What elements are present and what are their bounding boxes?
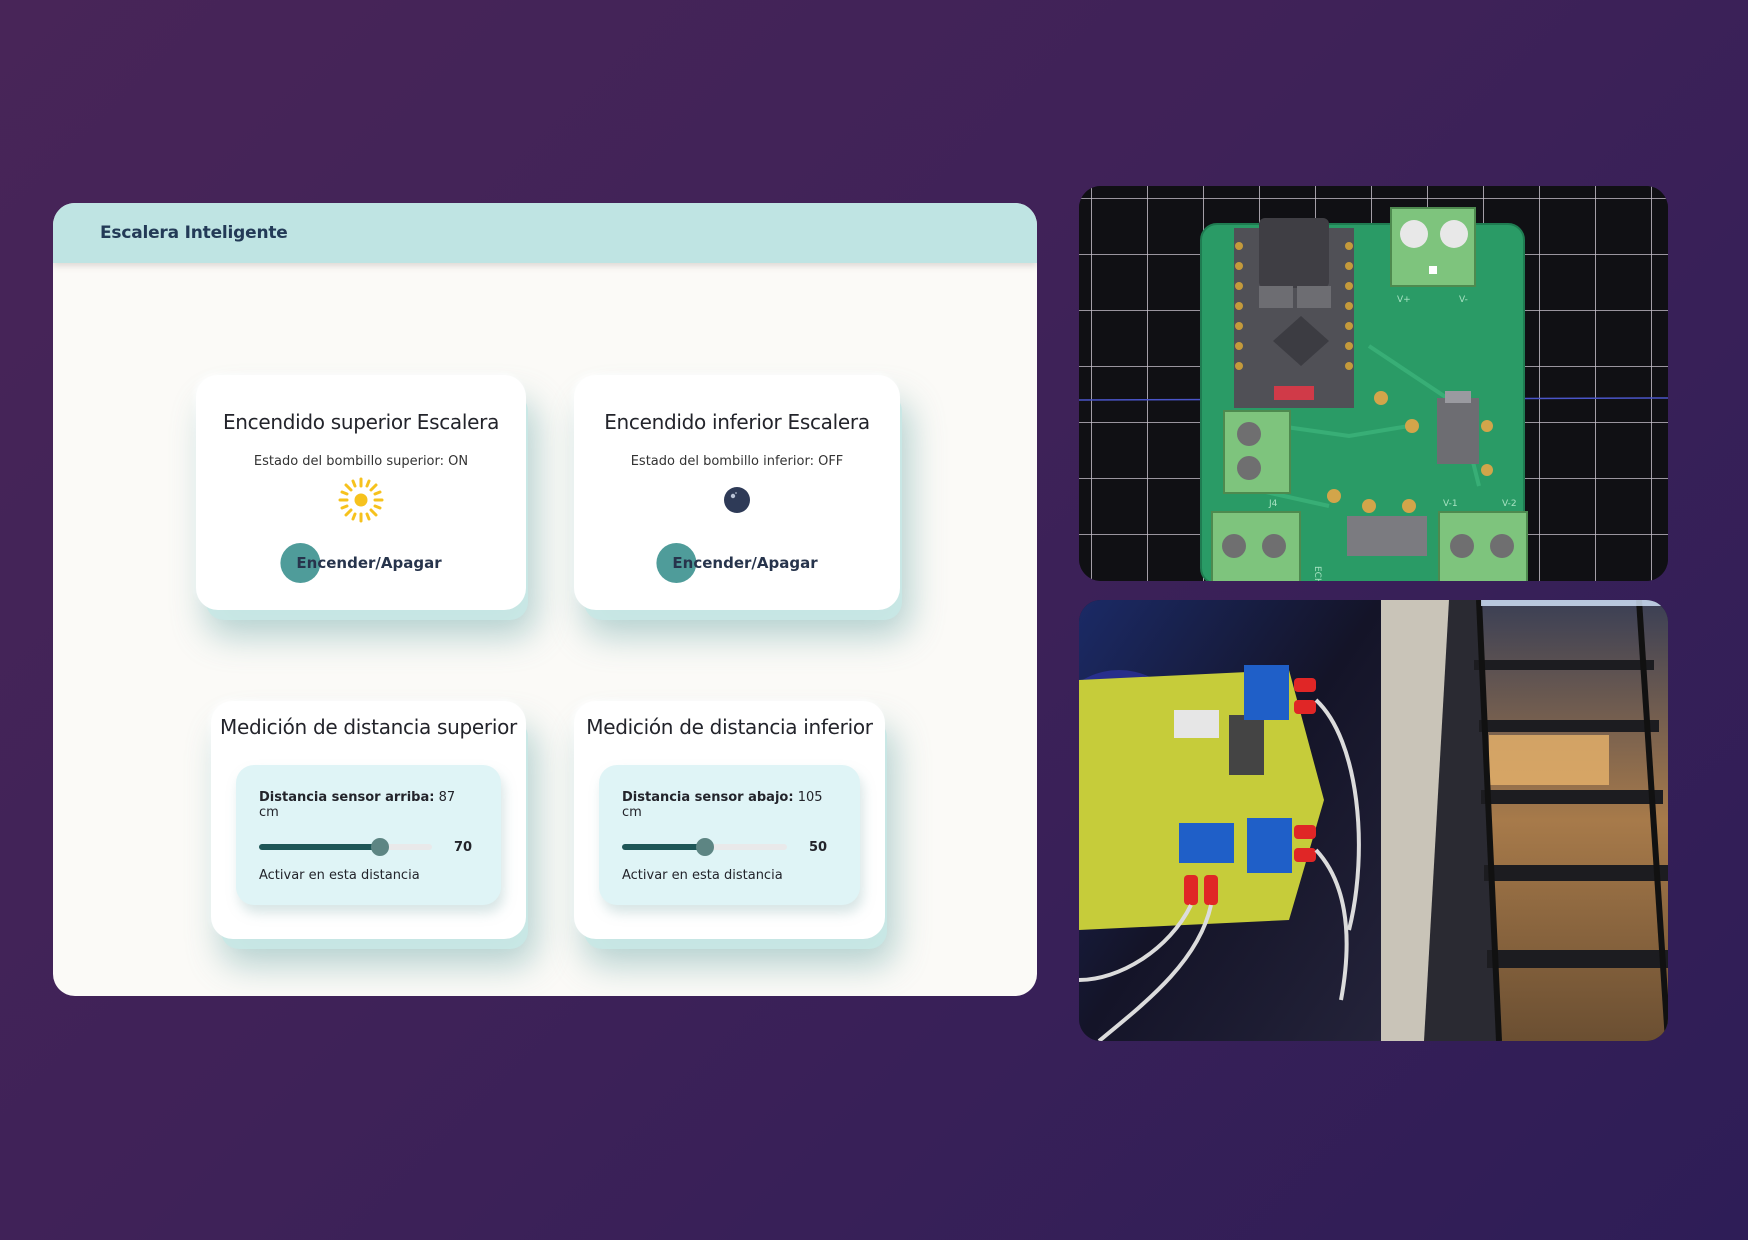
light-top-status: Estado del bombillo superior: ON [253, 454, 469, 469]
slider-fill [259, 844, 381, 850]
app-title: Escalera Inteligente [100, 223, 288, 243]
slider-thumb[interactable] [695, 838, 714, 856]
moon-icon [724, 487, 750, 513]
distance-bottom-slider[interactable] [622, 838, 787, 856]
toggle-top-label: Encender/Apagar [296, 554, 442, 572]
distance-top-slider-value: 70 [454, 839, 473, 855]
pcb-label-v1: V-1 [1443, 499, 1458, 509]
distance-bottom-hint: Activar en esta distancia [622, 868, 783, 883]
sun-icon [338, 477, 384, 523]
app-window: Escalera Inteligente Encendido superior … [53, 203, 1037, 996]
slider-fill [622, 844, 705, 850]
slider-thumb[interactable] [371, 838, 390, 856]
pcb-label-v2: V-2 [1502, 499, 1517, 509]
light-bottom-title: Encendido inferior Escalera [604, 410, 870, 434]
pcb-label-echo: ECHO [1312, 566, 1322, 581]
distance-top-slider[interactable] [259, 838, 432, 856]
pcb-label-j4: J4 [1268, 499, 1278, 509]
distance-top-panel: Distancia sensor arriba: 87 cm 70 Activa… [236, 765, 501, 905]
distance-bottom-panel: Distancia sensor abajo: 105 cm 50 Activa… [599, 765, 860, 905]
light-card-top: Encendido superior Escalera Estado del b… [196, 375, 526, 610]
app-header: Escalera Inteligente [53, 203, 1037, 263]
distance-card-top: Medición de distancia superior Distancia… [211, 701, 526, 939]
light-card-bottom: Encendido inferior Escalera Estado del b… [574, 375, 900, 610]
light-top-title: Encendido superior Escalera [222, 410, 500, 434]
distance-top-hint: Activar en esta distancia [259, 868, 420, 883]
distance-bottom-label: Distancia sensor abajo: [622, 790, 794, 805]
toggle-top-button[interactable]: Encender/Apagar [280, 543, 442, 583]
distance-card-bottom: Medición de distancia inferior Distancia… [574, 701, 885, 939]
light-bottom-status: Estado del bombillo inferior: OFF [630, 454, 844, 469]
toggle-bottom-label: Encender/Apagar [672, 554, 818, 572]
pcb-label-vminus: V- [1459, 295, 1468, 305]
distance-top-title: Medición de distancia superior [220, 715, 517, 739]
installation-photo [1079, 600, 1668, 1041]
toggle-bottom-button[interactable]: Encender/Apagar [656, 543, 818, 583]
pcb-render-image: V+ V- J4 ECHO V-1 V-2 [1079, 186, 1668, 581]
distance-bottom-slider-value: 50 [809, 839, 828, 855]
pcb-label-vplus: V+ [1397, 295, 1411, 305]
distance-bottom-title: Medición de distancia inferior [586, 715, 873, 739]
distance-top-label: Distancia sensor arriba: [259, 790, 435, 805]
